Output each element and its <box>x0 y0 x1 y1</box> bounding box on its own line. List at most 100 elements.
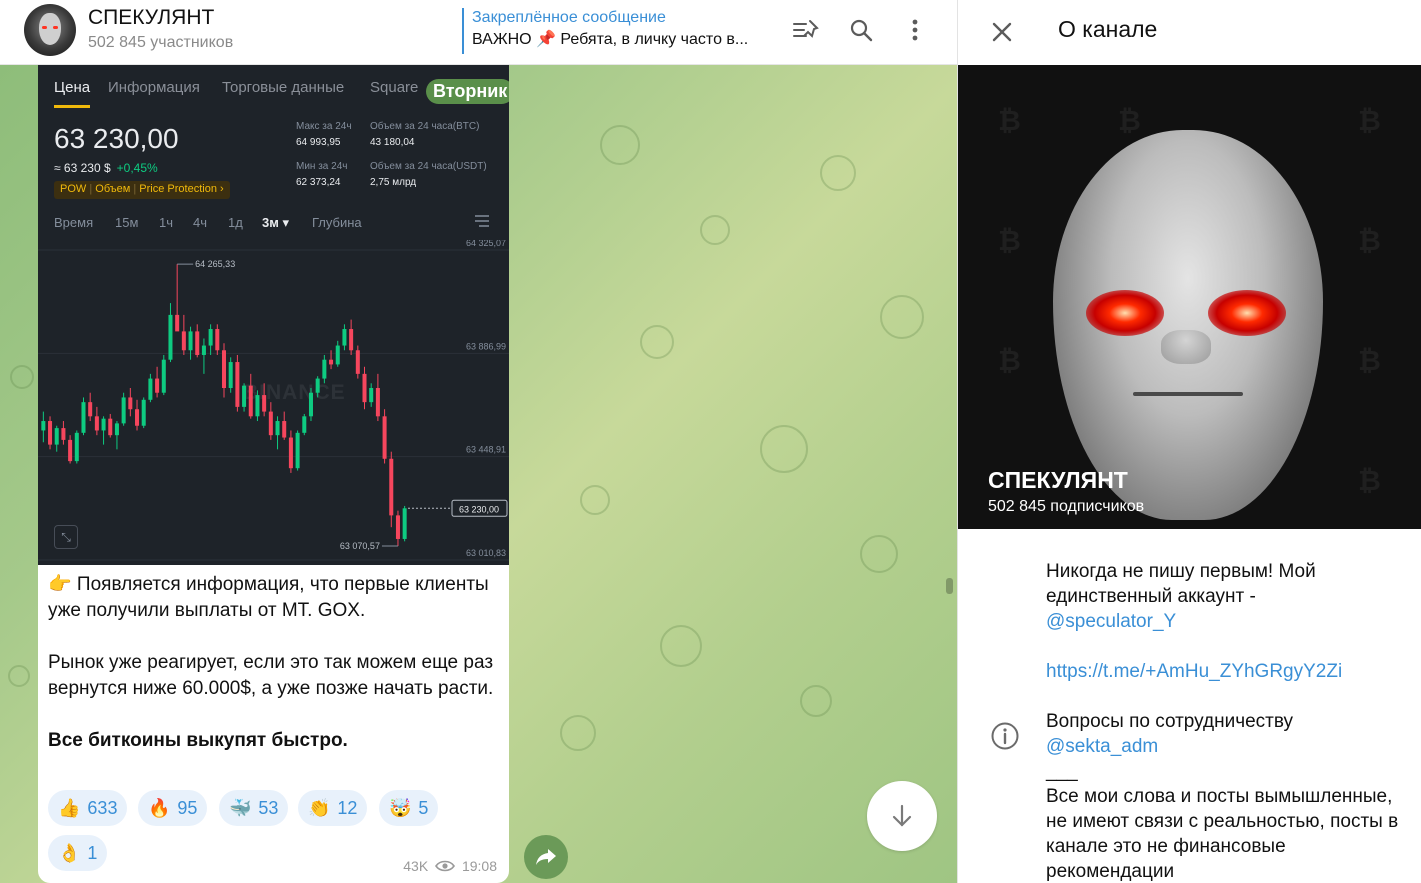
candle-body <box>275 421 280 436</box>
candle-body <box>308 392 313 417</box>
account-link[interactable]: @speculator_Y <box>1046 609 1401 634</box>
candle-body <box>88 402 93 417</box>
cooperation-text: Вопросы по сотрудничеству <box>1046 711 1294 732</box>
avatar-eye-right <box>53 26 58 29</box>
timeframe-time: Время <box>54 215 94 230</box>
candle-body <box>342 329 347 346</box>
separator-line: ___ <box>1046 761 1078 782</box>
wallpaper-doodle <box>640 325 674 359</box>
wallpaper-doodle <box>560 715 596 751</box>
reaction-count: 5 <box>418 797 429 818</box>
reaction-emoji: 🐳 <box>229 797 252 818</box>
price-usd-value: ≈ 63 230 $ <box>54 161 111 175</box>
last-price-label: 63 230,00 <box>459 504 499 514</box>
timeframe-1d: 1д <box>228 215 243 230</box>
wallpaper-doodle <box>860 535 898 573</box>
cooperation-link[interactable]: @sekta_adm <box>1046 734 1401 759</box>
tag-price-protection: Price Protection › <box>139 183 224 195</box>
arrow-down-icon <box>892 804 912 827</box>
invite-link[interactable]: https://t.me/+AmHu_ZYhGRgyY2Zi <box>1046 659 1401 684</box>
high-label: 64 265,33 <box>195 259 235 269</box>
low-label: 63 070,57 <box>340 541 380 551</box>
timeframe-15m: 15м <box>115 215 139 230</box>
candle-body <box>208 329 213 346</box>
candle-body <box>335 345 340 365</box>
wallpaper-doodle <box>820 155 856 191</box>
candle-body <box>108 418 113 436</box>
candlestick-chart: 64 325,07 63 886,99 63 448,91 63 010,83 64 2… <box>38 240 509 561</box>
reaction-ok-hand[interactable]: 👌 1 <box>48 835 108 871</box>
candle-body <box>54 428 59 445</box>
view-count: 43K <box>403 858 429 874</box>
coin-tags: POW | Объем | Price Protection › <box>54 181 230 199</box>
message-bubble[interactable]: Цена Информация Торговые данные Square В… <box>38 65 509 883</box>
info-icon <box>990 721 1020 751</box>
scroll-down-button[interactable] <box>867 781 937 851</box>
reaction-fire[interactable]: 🔥 95 <box>138 790 208 826</box>
stat-label: Макс за 24ч <box>296 121 352 132</box>
candle-body <box>81 402 86 433</box>
candle-body <box>148 378 153 400</box>
candle-body <box>375 388 380 417</box>
message-paragraph: 👉 Появляется информация, что первые клие… <box>48 574 489 621</box>
bitcoin-pattern: ₿ <box>998 105 1021 136</box>
bitcoin-pattern: ₿ <box>998 345 1021 376</box>
y-tick-label: 63 448,91 <box>466 445 506 455</box>
candle-body <box>135 409 140 426</box>
wallpaper-doodle <box>880 295 924 339</box>
candle-body <box>168 314 173 360</box>
forward-icon <box>536 849 556 865</box>
tag-pow: POW <box>60 183 87 195</box>
reaction-emoji: 🔥 <box>148 797 171 818</box>
reaction-thumbs-up[interactable]: 👍 633 <box>48 790 128 826</box>
pinned-message[interactable]: Закреплённое сообщение ВАЖНО 📌 Ребята, в… <box>462 8 782 54</box>
candle-body <box>181 331 186 351</box>
pinned-list-icon[interactable] <box>790 14 822 46</box>
pinned-title: Закреплённое сообщение <box>472 9 666 26</box>
y-tick-label: 64 325,07 <box>466 240 506 248</box>
reaction-whale[interactable]: 🐳 53 <box>219 790 289 826</box>
stat-value: 64 993,95 <box>296 137 341 148</box>
scrollbar-thumb[interactable] <box>946 578 953 594</box>
close-icon[interactable] <box>988 18 1016 46</box>
channel-avatar[interactable] <box>24 4 76 56</box>
wallpaper-doodle <box>700 215 730 245</box>
disclaimer-text: Все мои слова и посты вымышленные, не им… <box>1046 786 1399 882</box>
message-text: 👉 Появляется информация, что первые клие… <box>48 572 503 754</box>
channel-title[interactable]: СПЕКУЛЯНТ <box>88 6 214 30</box>
candle-body <box>349 329 354 351</box>
candle-body <box>94 416 99 431</box>
stat-max24: Макс за 24ч 64 993,95 <box>296 121 352 148</box>
candle-body <box>61 428 66 440</box>
candle-body <box>41 421 46 431</box>
candle-body <box>48 421 53 445</box>
timeframe-1h: 1ч <box>159 215 174 230</box>
channel-profile-photo[interactable]: ₿ ₿ ₿ ₿ ₿ ₿ ₿ ₿ ₿ СПЕКУЛЯНТ 502 845 подп… <box>958 65 1421 529</box>
timeframe-3m: 3м ▾ <box>262 215 289 230</box>
reaction-clap[interactable]: 👏 12 <box>298 790 368 826</box>
tab-square: Square <box>370 79 419 96</box>
reaction-emoji: 🤯 <box>389 797 412 818</box>
forward-button[interactable] <box>524 835 568 879</box>
chat-header: СПЕКУЛЯНТ 502 845 участников Закреплённо… <box>0 0 957 65</box>
price-change: +0,45% <box>116 161 158 175</box>
y-tick-label: 63 010,83 <box>466 548 506 558</box>
price-usd: ≈ 63 230 $ +0,45% <box>54 161 158 175</box>
chat-area[interactable]: Цена Информация Торговые данные Square В… <box>0 65 957 883</box>
candle-body <box>322 359 327 379</box>
candle-body <box>248 385 253 417</box>
reaction-count: 633 <box>87 797 118 818</box>
message-paragraph: Рынок уже реагирует, если это так можем … <box>48 652 494 699</box>
reaction-count: 95 <box>177 797 198 818</box>
reaction-mind-blown[interactable]: 🤯 5 <box>379 790 439 826</box>
stat-vol-btc: Объем за 24 часа(BTC) 43 180,04 <box>370 121 479 148</box>
stat-vol-usdt: Объем за 24 часа(USDT) 2,75 млрд <box>370 161 487 188</box>
chart-screenshot[interactable]: Цена Информация Торговые данные Square В… <box>38 65 509 565</box>
more-vertical-icon[interactable] <box>899 14 931 46</box>
search-icon[interactable] <box>845 14 877 46</box>
bitcoin-pattern: ₿ <box>1358 345 1381 376</box>
wallpaper-doodle <box>8 665 30 687</box>
current-price: 63 230,00 <box>54 123 179 154</box>
candle-body <box>315 378 320 393</box>
candle-body <box>369 388 374 403</box>
